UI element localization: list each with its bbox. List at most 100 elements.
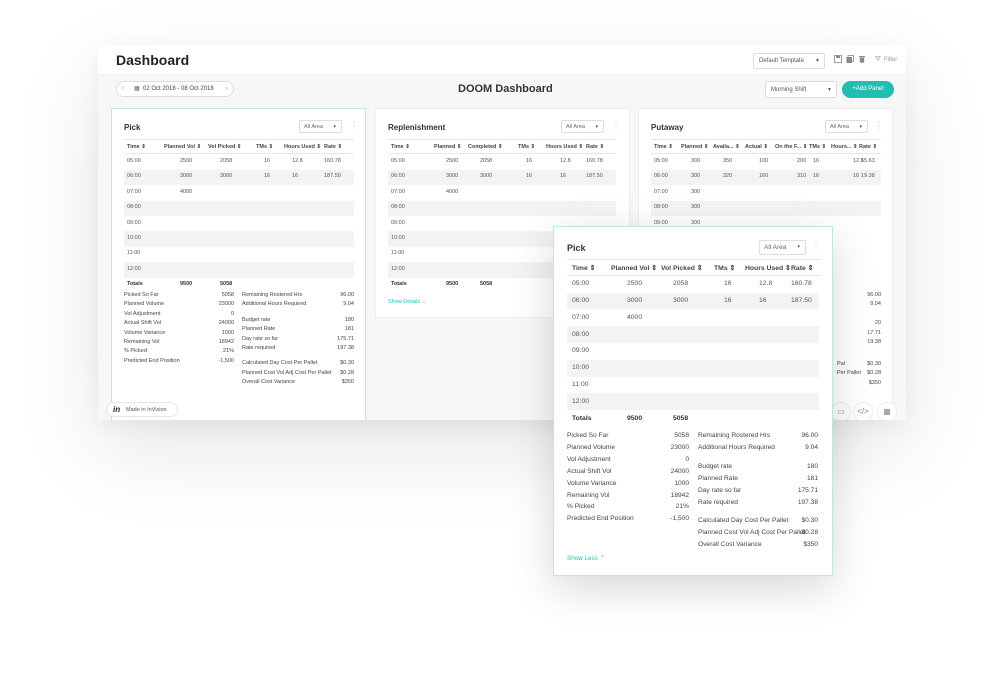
column-header[interactable]: Availa... ⇕ (713, 144, 740, 150)
kebab-icon[interactable]: ⋮ (812, 241, 820, 250)
column-header[interactable]: Planned Vol ⇕ (164, 144, 201, 150)
table-cell: 2500 (627, 280, 643, 288)
column-header[interactable]: On the F... ⇕ (775, 144, 807, 150)
chevron-down-icon: ▼ (332, 124, 337, 129)
show-less-link[interactable]: Show Less ⌃ (567, 555, 605, 562)
column-header[interactable]: Rate ⇕ (859, 144, 877, 150)
table-cell: 10:00 (572, 364, 590, 372)
column-header[interactable]: Planned ⇕ (434, 144, 462, 150)
save-icon[interactable] (834, 55, 842, 65)
kebab-icon[interactable]: ⋮ (612, 121, 620, 130)
table-row: 06:00 3000 3000 16 16 187.50 (388, 169, 616, 186)
stat-label: Pal (837, 361, 845, 367)
show-details-link[interactable]: Show Details ⌄ (388, 299, 426, 305)
add-panel-button[interactable]: +Add Panel (842, 81, 894, 98)
column-header[interactable]: TMs ⇕ (809, 144, 826, 150)
stat-value: 0 (685, 455, 689, 463)
table-cell: 12:00 (391, 265, 405, 272)
table-cell: 9500 (180, 281, 193, 288)
area-select-value: All Area (764, 244, 787, 251)
table-row: 12:00 (567, 393, 819, 411)
pick-expanded-area-select[interactable]: All Area ▼ (759, 240, 806, 255)
table-cell: 11:00 (572, 380, 589, 388)
kebab-icon[interactable]: ⋮ (875, 121, 883, 130)
replenishment-area-select[interactable]: All Area ▼ (561, 120, 604, 133)
copy-icon[interactable] (846, 55, 854, 65)
stat-value: $350 (341, 379, 354, 386)
putaway-panel-title: Putaway (651, 123, 684, 132)
table-row: 07:00 4000 (124, 185, 354, 200)
column-header[interactable]: Time ⇕ (391, 144, 410, 150)
column-header[interactable]: Planned ⇕ (681, 144, 709, 150)
putaway-area-select[interactable]: All Area ▼ (825, 120, 868, 133)
table-cell: 350 (723, 158, 733, 165)
trash-icon[interactable] (858, 55, 866, 65)
table-cell: 160.78 (586, 158, 603, 165)
table-cell: 3000 (480, 173, 493, 180)
column-header[interactable]: Time ⇕ (654, 144, 673, 150)
table-cell: 2058 (220, 158, 233, 165)
column-header[interactable]: Planned Vol ⇕ (611, 264, 657, 272)
pick-area-select[interactable]: All Area ▼ (299, 120, 342, 133)
column-header[interactable]: Time ⇕ (572, 264, 595, 272)
table-cell: 12:00 (127, 265, 141, 272)
stat-value: $0.30 (340, 360, 354, 367)
column-header[interactable]: Vol Picked ⇕ (661, 264, 702, 272)
column-header[interactable]: TMs ⇕ (256, 144, 273, 150)
column-header[interactable]: TMs ⇕ (714, 264, 735, 272)
kebab-icon[interactable]: ⋮ (350, 121, 358, 130)
table-cell: 08:00 (391, 204, 405, 211)
table-cell: 4000 (446, 188, 459, 195)
table-cell: 9500 (446, 281, 459, 288)
table-cell: 05:00 (127, 158, 141, 165)
comment-icon[interactable]: ▭ (831, 402, 851, 420)
table-cell: 100 (759, 158, 769, 165)
table-row: 07:00 4000 (388, 185, 616, 200)
stat-value: 175.71 (797, 486, 818, 494)
column-header[interactable]: Rate ⇕ (586, 144, 604, 150)
table-cell: 06:00 (654, 173, 668, 180)
table-cell: 15.63 (861, 158, 875, 165)
date-range-picker[interactable]: ‹ ▦ 02 Oct 2018 - 08 Oct 2018 › (116, 81, 234, 97)
column-header[interactable]: Rate ⇕ (791, 264, 813, 272)
table-row: 06:00 3000 3000 16 16 187.50 (567, 292, 819, 310)
stat-value: -1,500 (670, 515, 689, 523)
pick-expanded-table: Time ⇕ Planned Vol ⇕ Vol Picked ⇕ TMs ⇕ Hour… (567, 259, 819, 429)
column-header[interactable]: Vol Picked ⇕ (208, 144, 242, 150)
area-select-value: All Area (566, 124, 585, 130)
table-cell: 300 (691, 158, 701, 165)
column-header[interactable]: Time ⇕ (127, 144, 146, 150)
column-header[interactable]: Hours... ⇕ (831, 144, 858, 150)
chevron-right-icon[interactable]: › (226, 85, 228, 92)
table-cell: 2058 (480, 158, 493, 165)
table-row: 05:00 300 350 100 200 16 12.8 15.63 (651, 154, 881, 169)
column-header[interactable]: Hours Used ⇕ (745, 264, 791, 272)
table-cell: 16 (813, 158, 820, 165)
table-cell: 3000 (673, 296, 689, 304)
column-header[interactable]: Completed ⇕ (468, 144, 503, 150)
column-header[interactable]: TMs ⇕ (518, 144, 535, 150)
column-header[interactable]: Actual ⇕ (745, 144, 768, 150)
table-cell: 4000 (180, 188, 193, 195)
made-in-invision-badge[interactable]: in Made in InVision (106, 402, 178, 417)
table-cell: 09:00 (127, 219, 141, 226)
column-header[interactable]: Hours Used ⇕ (546, 144, 583, 150)
filter-label: Filter (883, 57, 898, 63)
sub-bar: ‹ ▦ 02 Oct 2018 - 08 Oct 2018 › DOOM Das… (98, 75, 906, 105)
pick-expanded-stats: Picked So Far 5058 Planned Volume 23000 Vol … (567, 432, 819, 558)
table-cell: 300 (691, 204, 701, 211)
pick-table: Time ⇕ Planned Vol ⇕ Vol Picked ⇕ TMs ⇕ Hour… (124, 139, 354, 289)
template-select[interactable]: Default Template ▼ (753, 53, 825, 69)
code-icon[interactable]: </> (853, 402, 873, 420)
chevron-left-icon[interactable]: ‹ (122, 85, 124, 92)
shift-select[interactable]: Morning Shift ▼ (765, 81, 837, 98)
table-cell: 06:00 (391, 173, 405, 180)
table-cell: 16 (724, 280, 732, 288)
column-header[interactable]: Hours Used ⇕ (284, 144, 321, 150)
table-cell: 09:00 (572, 347, 590, 355)
pick-expanded-title: Pick (567, 243, 586, 253)
filter-button[interactable]: ⛛ Filter (875, 56, 897, 64)
grid-icon[interactable]: ▦ (877, 402, 897, 420)
column-header[interactable]: Rate ⇕ (324, 144, 342, 150)
table-cell: 07:00 (127, 188, 141, 195)
